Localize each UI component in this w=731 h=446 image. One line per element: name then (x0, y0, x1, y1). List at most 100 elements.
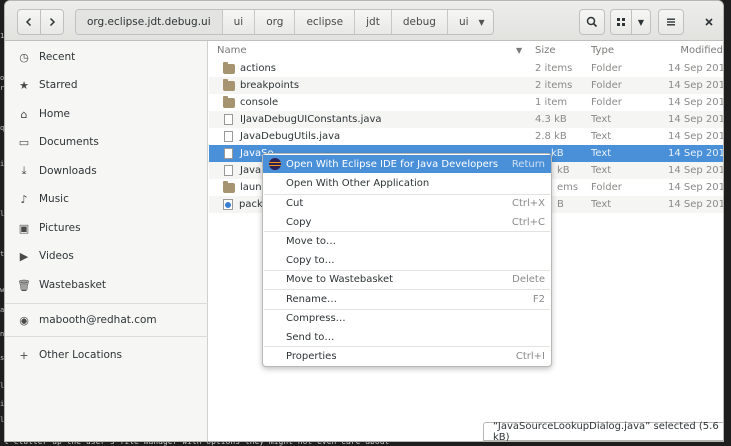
menu-item-label: Cut (286, 197, 304, 209)
sidebar-item-videos[interactable]: ▶ Videos (5, 243, 208, 269)
breadcrumb-overflow-button[interactable]: ▼ (473, 10, 493, 34)
table-row[interactable]: breakpoints 2 items Folder 14 Sep 2018 (209, 77, 723, 94)
file-size: 2.8 kB (535, 131, 567, 142)
menu-item-open-with-other[interactable]: Open With Other Application (263, 174, 551, 192)
table-row[interactable]: console 1 item Folder 14 Sep 2018 (209, 94, 723, 111)
file-size: B (557, 199, 564, 210)
file-type: Folder (591, 80, 622, 91)
file-modified: 14 Sep 2018 (668, 80, 723, 91)
sort-down-icon: ▼ (516, 45, 523, 55)
file-modified: 14 Sep 2018 (668, 182, 723, 193)
menu-item-copy[interactable]: Copy Ctrl+C (263, 213, 551, 231)
file-size: 2 items (535, 63, 573, 74)
menu-item-compress[interactable]: Compress… (263, 309, 551, 327)
close-window-button[interactable] (697, 9, 721, 35)
column-header-size[interactable]: Size (535, 41, 585, 59)
menu-item-copy-to[interactable]: Copy to… (263, 251, 551, 269)
search-button[interactable] (579, 9, 605, 35)
menu-item-label: Move to… (286, 235, 337, 247)
picture-icon: ▣ (18, 221, 30, 235)
context-menu: Open With Eclipse IDE for Java Developer… (262, 153, 552, 367)
sidebar-item-account[interactable]: ◉ mabooth@redhat.com (5, 307, 208, 333)
sidebar-item-other-locations[interactable]: + Other Locations (5, 342, 208, 368)
breadcrumb-item[interactable]: org (255, 10, 296, 34)
table-row[interactable]: JavaDebugUtils.java 2.8 kB Text 14 Sep 2… (209, 128, 723, 145)
video-icon: ▶ (19, 249, 29, 263)
folder-icon (223, 180, 235, 193)
file-name: JavaDebugUtils.java (240, 131, 341, 142)
close-icon (705, 18, 713, 26)
menu-item-accel: Ctrl+C (511, 216, 545, 228)
column-label: Type (591, 44, 614, 56)
menu-item-cut[interactable]: Cut Ctrl+X (263, 194, 551, 212)
sidebar-item-music[interactable]: ♪ Music (5, 186, 208, 212)
clock-icon: ◷ (19, 50, 29, 64)
home-icon: ⌂ (20, 107, 28, 121)
file-type: Text (591, 148, 612, 159)
download-icon: ⤓ (21, 164, 27, 177)
menu-item-rename[interactable]: Rename… F2 (263, 290, 551, 308)
main-menu-button[interactable] (658, 9, 684, 35)
column-header-modified[interactable]: Modified (679, 41, 723, 59)
menu-item-label: Open With Other Application (286, 177, 430, 189)
sidebar-item-home[interactable]: ⌂ Home (5, 101, 208, 127)
sidebar-item-downloads[interactable]: ⤓ Downloads (5, 158, 208, 184)
menu-item-open-with-eclipse[interactable]: Open With Eclipse IDE for Java Developer… (263, 155, 551, 173)
forward-button[interactable] (40, 9, 64, 35)
view-options-button[interactable]: ▼ (631, 9, 651, 35)
breadcrumb-item[interactable]: ui (448, 10, 473, 34)
table-row[interactable]: actions 2 items Folder 14 Sep 2018 (209, 60, 723, 77)
sidebar-item-recent[interactable]: ◷ Recent (5, 44, 208, 70)
file-modified: 14 Sep 2018 (668, 165, 723, 176)
sidebar-item-label: Starred (39, 79, 78, 91)
breadcrumb-item[interactable]: org.eclipse.jdt.debug.ui (76, 10, 223, 34)
menu-item-send-to[interactable]: Send to… (263, 328, 551, 346)
folder-icon (223, 95, 235, 108)
file-size: 1 item (535, 97, 568, 108)
menu-item-move-to[interactable]: Move to… (263, 232, 551, 250)
view-mode-button[interactable] (610, 9, 632, 35)
folder-icon (223, 61, 235, 74)
file-size: 4.3 kB (535, 114, 567, 125)
file-name: IJavaDebugUIConstants.java (240, 114, 382, 125)
file-name: breakpoints (240, 80, 300, 91)
menu-item-label: Copy to… (286, 254, 335, 266)
breadcrumb-item[interactable]: ui (223, 10, 256, 34)
file-type: Folder (591, 182, 622, 193)
column-label: Size (535, 44, 556, 56)
chevron-down-icon: ▼ (478, 17, 485, 27)
back-button[interactable] (17, 9, 41, 35)
sidebar-item-pictures[interactable]: ▣ Pictures (5, 215, 208, 241)
menu-item-accel: Ctrl+X (511, 197, 545, 209)
sidebar-item-label: Recent (39, 51, 76, 63)
table-row[interactable]: IJavaDebugUIConstants.java 4.3 kB Text 1… (209, 111, 723, 128)
file-type: Folder (591, 97, 622, 108)
menu-item-accel: Ctrl+I (515, 350, 545, 362)
account-icon: ◉ (19, 313, 29, 327)
breadcrumb-item[interactable]: eclipse (295, 10, 356, 34)
sidebar-item-starred[interactable]: ★ Starred (5, 72, 208, 98)
file-modified: 14 Sep 2018 (668, 114, 723, 125)
sidebar-item-label: Documents (39, 136, 99, 148)
breadcrumb-item[interactable]: debug (392, 10, 448, 34)
html-file-icon (223, 199, 233, 210)
menu-item-properties[interactable]: Properties Ctrl+I (263, 347, 551, 365)
sidebar-item-label: Music (39, 193, 69, 205)
menu-item-label: Properties (286, 350, 337, 362)
text-file-icon (224, 131, 233, 142)
sidebar-item-label: mabooth@redhat.com (39, 314, 157, 326)
sidebar-item-wastebasket[interactable]: 🗑 Wastebasket (5, 272, 208, 298)
chevron-right-icon (49, 17, 56, 27)
column-header-name[interactable]: Name ▼ (217, 41, 527, 59)
selection-status-text: “JavaSourceLookupDialog.java” selected (… (493, 420, 719, 442)
sidebar-item-documents[interactable]: ▭ Documents (5, 129, 208, 155)
file-modified: 14 Sep 2018 (668, 131, 723, 142)
search-icon (586, 16, 598, 28)
column-header-type[interactable]: Type (591, 41, 651, 59)
status-bar: “JavaSourceLookupDialog.java” selected (… (483, 420, 723, 442)
sidebar-divider (5, 303, 208, 304)
breadcrumb-item[interactable]: jdt (355, 10, 392, 34)
file-size: ems (557, 182, 579, 193)
menu-item-label: Compress… (286, 312, 346, 324)
menu-item-move-to-wastebasket[interactable]: Move to Wastebasket Delete (263, 270, 551, 288)
